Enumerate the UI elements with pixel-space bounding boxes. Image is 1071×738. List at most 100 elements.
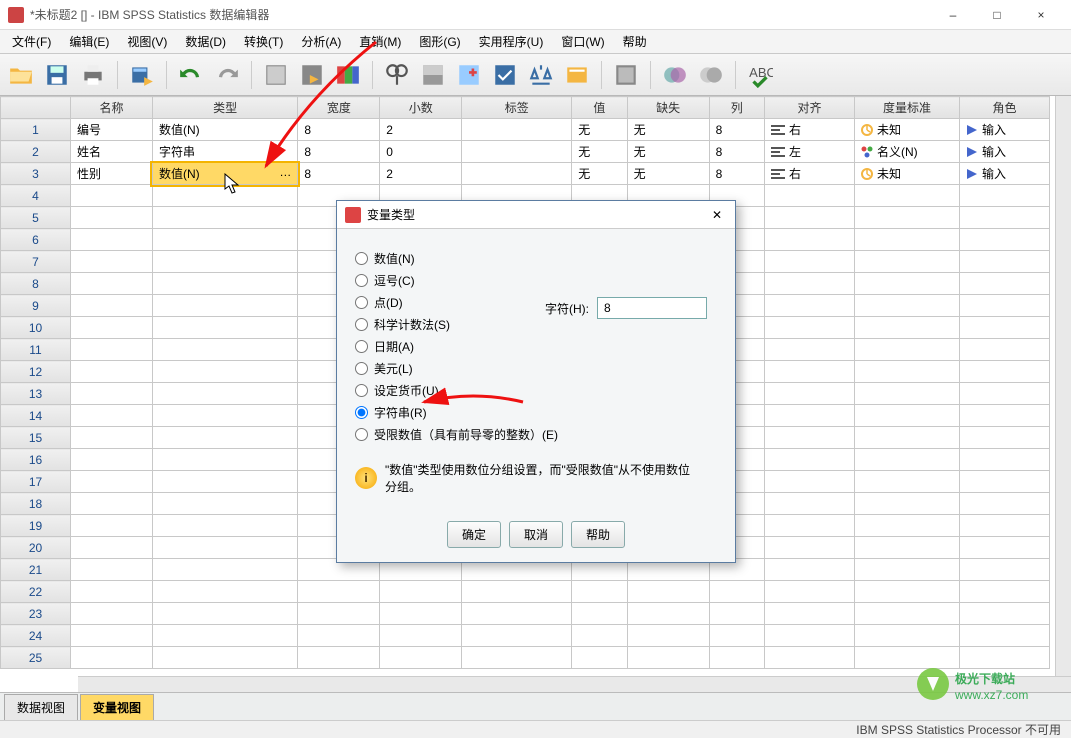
select-cases-icon[interactable]	[490, 60, 520, 90]
row-number[interactable]: 4	[1, 185, 71, 207]
empty-cell[interactable]	[71, 251, 153, 273]
empty-cell[interactable]	[152, 603, 297, 625]
empty-cell[interactable]	[71, 493, 153, 515]
empty-cell[interactable]	[627, 625, 709, 647]
row-number[interactable]: 2	[1, 141, 71, 163]
empty-cell[interactable]	[855, 273, 960, 295]
menu-window[interactable]: 窗口(W)	[553, 30, 612, 53]
empty-cell[interactable]	[71, 471, 153, 493]
empty-cell[interactable]	[765, 361, 855, 383]
find-icon[interactable]	[382, 60, 412, 90]
empty-cell[interactable]	[462, 581, 572, 603]
row-number[interactable]: 23	[1, 603, 71, 625]
menu-view[interactable]: 视图(V)	[119, 30, 175, 53]
empty-cell[interactable]	[855, 471, 960, 493]
cell-cols[interactable]: 8	[709, 119, 764, 141]
empty-cell[interactable]	[855, 295, 960, 317]
cell-width[interactable]: 8	[298, 141, 380, 163]
cell-values[interactable]: 无	[572, 141, 627, 163]
row-number[interactable]: 16	[1, 449, 71, 471]
radio-numeric[interactable]: 数值(N)	[355, 250, 717, 267]
cell-label[interactable]	[462, 119, 572, 141]
empty-cell[interactable]	[960, 515, 1050, 537]
empty-cell[interactable]	[855, 603, 960, 625]
empty-cell[interactable]	[765, 647, 855, 669]
radio-restricted[interactable]: 受限数值（具有前导零的整数）(E)	[355, 426, 717, 443]
col-type[interactable]: 类型	[152, 97, 297, 119]
row-number[interactable]: 1	[1, 119, 71, 141]
save-icon[interactable]	[42, 60, 72, 90]
menu-direct[interactable]: 直销(M)	[351, 30, 409, 53]
cell-name[interactable]: 性别	[71, 163, 153, 185]
empty-cell[interactable]	[855, 251, 960, 273]
empty-cell[interactable]	[71, 361, 153, 383]
empty-cell[interactable]	[765, 295, 855, 317]
empty-cell[interactable]	[765, 185, 855, 207]
empty-cell[interactable]	[765, 471, 855, 493]
empty-cell[interactable]	[152, 229, 297, 251]
empty-cell[interactable]	[765, 229, 855, 251]
characters-input[interactable]	[597, 297, 707, 319]
empty-cell[interactable]	[709, 603, 764, 625]
radio-date[interactable]: 日期(A)	[355, 338, 717, 355]
cell-role[interactable]: 输入	[960, 141, 1050, 163]
cell-cols[interactable]: 8	[709, 141, 764, 163]
empty-cell[interactable]	[152, 383, 297, 405]
cell-align[interactable]: 左	[765, 141, 855, 163]
col-cols[interactable]: 列	[709, 97, 764, 119]
variables-icon[interactable]	[333, 60, 363, 90]
cell-measure[interactable]: 名义(N)	[855, 141, 960, 163]
empty-cell[interactable]	[71, 273, 153, 295]
weight-cases-icon[interactable]	[526, 60, 556, 90]
empty-cell[interactable]	[152, 625, 297, 647]
tab-variable-view[interactable]: 变量视图	[80, 694, 154, 720]
empty-cell[interactable]	[960, 207, 1050, 229]
empty-cell[interactable]	[855, 185, 960, 207]
empty-cell[interactable]	[960, 537, 1050, 559]
empty-cell[interactable]	[71, 515, 153, 537]
empty-cell[interactable]	[960, 581, 1050, 603]
col-name[interactable]: 名称	[71, 97, 153, 119]
empty-cell[interactable]	[572, 647, 627, 669]
empty-cell[interactable]	[152, 295, 297, 317]
empty-cell[interactable]	[71, 537, 153, 559]
empty-cell[interactable]	[855, 207, 960, 229]
row-number[interactable]: 25	[1, 647, 71, 669]
empty-cell[interactable]	[71, 317, 153, 339]
empty-cell[interactable]	[765, 339, 855, 361]
empty-cell[interactable]	[709, 625, 764, 647]
empty-cell[interactable]	[572, 603, 627, 625]
menu-utilities[interactable]: 实用程序(U)	[471, 30, 552, 53]
empty-cell[interactable]	[765, 427, 855, 449]
cell-type[interactable]: 字符串	[152, 141, 297, 163]
radio-string[interactable]: 字符串(R)	[355, 404, 717, 421]
empty-cell[interactable]	[298, 603, 380, 625]
empty-cell[interactable]	[765, 493, 855, 515]
empty-cell[interactable]	[152, 427, 297, 449]
empty-cell[interactable]	[960, 603, 1050, 625]
col-measure[interactable]: 度量标准	[855, 97, 960, 119]
row-number[interactable]: 13	[1, 383, 71, 405]
empty-cell[interactable]	[960, 449, 1050, 471]
cell-role[interactable]: 输入	[960, 119, 1050, 141]
menu-edit[interactable]: 编辑(E)	[61, 30, 117, 53]
empty-cell[interactable]	[152, 647, 297, 669]
col-missing[interactable]: 缺失	[627, 97, 709, 119]
cancel-button[interactable]: 取消	[509, 521, 563, 548]
empty-cell[interactable]	[71, 207, 153, 229]
empty-cell[interactable]	[71, 185, 153, 207]
empty-cell[interactable]	[960, 251, 1050, 273]
maximize-button[interactable]: □	[975, 1, 1019, 29]
cell-decimals[interactable]: 2	[380, 119, 462, 141]
empty-cell[interactable]	[765, 207, 855, 229]
radio-comma[interactable]: 逗号(C)	[355, 272, 717, 289]
empty-cell[interactable]	[298, 581, 380, 603]
cell-measure[interactable]: 未知	[855, 119, 960, 141]
row-number[interactable]: 12	[1, 361, 71, 383]
row-number[interactable]: 7	[1, 251, 71, 273]
tab-data-view[interactable]: 数据视图	[4, 694, 78, 720]
cell-measure[interactable]: 未知	[855, 163, 960, 185]
empty-cell[interactable]	[152, 537, 297, 559]
row-number[interactable]: 21	[1, 559, 71, 581]
empty-cell[interactable]	[855, 427, 960, 449]
